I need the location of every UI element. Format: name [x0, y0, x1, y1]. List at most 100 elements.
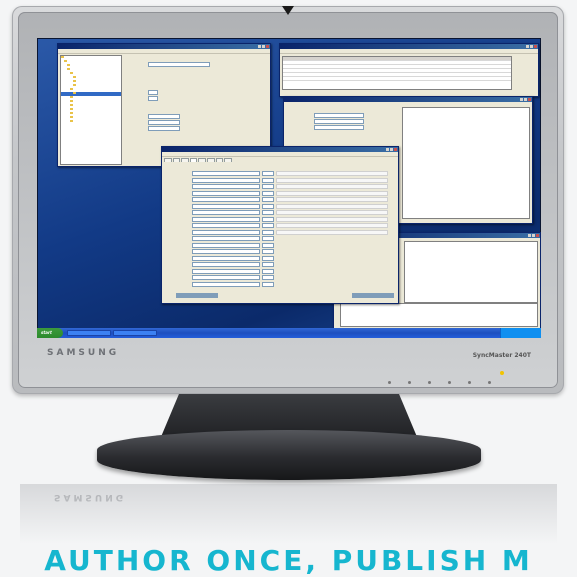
count-field-b[interactable] — [148, 120, 180, 125]
dialog-row-button[interactable] — [262, 177, 274, 183]
dialog-row-field[interactable] — [192, 229, 260, 235]
dialog-row-button[interactable] — [262, 197, 274, 202]
tab-2[interactable] — [172, 158, 181, 162]
dialog-footer-right[interactable] — [352, 293, 394, 298]
dialog-row-field[interactable] — [192, 203, 260, 209]
dialog-row-field[interactable] — [192, 281, 260, 287]
dialog-row-button[interactable] — [262, 255, 274, 261]
tab-6[interactable] — [206, 158, 215, 162]
dialog-row-field[interactable] — [192, 177, 260, 183]
grid-window-titlebar[interactable] — [280, 44, 538, 49]
dialog-row-button[interactable] — [262, 171, 274, 176]
dialog-row-button[interactable] — [262, 249, 274, 254]
count-field-c[interactable] — [148, 126, 180, 131]
tab-5[interactable] — [198, 158, 206, 162]
taskbar-item-2[interactable] — [113, 330, 157, 336]
tree-window-menubar[interactable] — [58, 49, 270, 54]
dialog-row-label — [168, 210, 186, 215]
dialog-row-description — [276, 229, 388, 235]
checkbox-a[interactable] — [148, 90, 158, 95]
tab-7[interactable] — [215, 158, 224, 162]
monitor-stand-base — [97, 430, 481, 480]
control-button[interactable] — [448, 381, 451, 384]
dialog-row-field[interactable] — [192, 197, 260, 202]
dialog-row-button[interactable] — [262, 210, 274, 215]
dialog-row-button[interactable] — [262, 242, 274, 248]
prop-field-b[interactable] — [314, 119, 364, 124]
main-dialog-titlebar[interactable] — [162, 147, 398, 152]
dialog-row-button[interactable] — [262, 262, 274, 267]
dialog-row-field[interactable] — [192, 268, 260, 274]
dialog-row-field[interactable] — [192, 190, 260, 196]
dialog-row-field[interactable] — [192, 262, 260, 267]
grid-window-menubar[interactable] — [280, 49, 538, 54]
control-button[interactable] — [388, 381, 391, 384]
dialog-row-label — [168, 255, 186, 261]
prop-field-c[interactable] — [314, 125, 364, 130]
dialog-row-description — [276, 184, 388, 189]
prop-field-a[interactable] — [314, 113, 364, 118]
count-field-a[interactable] — [148, 114, 180, 119]
dialog-row-field[interactable] — [192, 242, 260, 248]
dialog-row-field[interactable] — [192, 249, 260, 254]
dialog-row-button[interactable] — [262, 281, 274, 287]
dialog-row-label — [168, 275, 186, 280]
monitor-screen: start — [37, 38, 541, 338]
dialog-row-field[interactable] — [192, 216, 260, 222]
dialog-row-button[interactable] — [262, 223, 274, 228]
checkbox-b[interactable] — [148, 96, 158, 101]
dialog-row-field[interactable] — [192, 171, 260, 176]
reflection-brand: SAMSUNG — [54, 492, 127, 502]
dialog-row-label — [168, 203, 186, 209]
project-tree[interactable] — [60, 55, 122, 165]
dialog-row-field[interactable] — [192, 255, 260, 261]
tree-window-titlebar[interactable] — [58, 44, 270, 49]
output-text[interactable] — [404, 241, 538, 303]
dialog-row-label — [168, 242, 186, 248]
properties-window-titlebar[interactable] — [284, 97, 532, 102]
output-log[interactable] — [340, 303, 538, 327]
power-led — [500, 371, 504, 375]
dialog-row-button[interactable] — [262, 190, 274, 196]
tab-4[interactable] — [189, 158, 198, 162]
dialog-row-label — [168, 281, 186, 287]
dialog-row-button[interactable] — [262, 216, 274, 222]
start-button[interactable]: start — [37, 328, 63, 338]
dialog-row-description — [276, 171, 388, 176]
start-button-label: start — [41, 330, 52, 335]
tab-3[interactable] — [181, 158, 189, 162]
dialog-row-label — [168, 197, 186, 202]
data-grid[interactable] — [282, 56, 512, 90]
tab-1[interactable] — [164, 158, 172, 162]
dialog-row-label — [168, 216, 186, 222]
main-dialog-tabs[interactable] — [162, 157, 398, 162]
control-button[interactable] — [468, 381, 471, 384]
monitor-controls — [388, 380, 528, 386]
dialog-row-button[interactable] — [262, 203, 274, 209]
tab-8[interactable] — [224, 158, 232, 162]
name-field[interactable] — [148, 62, 210, 67]
dialog-row-field[interactable] — [192, 275, 260, 280]
dialog-row-label — [168, 229, 186, 235]
dialog-row-field[interactable] — [192, 184, 260, 189]
taskbar: start — [37, 328, 541, 338]
dialog-row-field[interactable] — [192, 223, 260, 228]
control-button[interactable] — [428, 381, 431, 384]
dialog-row-description — [276, 210, 388, 215]
model-label: SyncMaster 240T — [472, 352, 531, 359]
control-button[interactable] — [488, 381, 491, 384]
dialog-row-button[interactable] — [262, 236, 274, 241]
dialog-row-description — [276, 223, 388, 228]
dialog-footer-left[interactable] — [176, 293, 218, 298]
system-tray[interactable] — [500, 328, 541, 338]
taskbar-item-1[interactable] — [67, 330, 111, 336]
log-list[interactable] — [402, 107, 530, 219]
dialog-row-button[interactable] — [262, 184, 274, 189]
control-button[interactable] — [408, 381, 411, 384]
dialog-row-button[interactable] — [262, 275, 274, 280]
dialog-row-field[interactable] — [192, 236, 260, 241]
dialog-row-field[interactable] — [192, 210, 260, 215]
dialog-row-button[interactable] — [262, 229, 274, 235]
dialog-row-button[interactable] — [262, 268, 274, 274]
dialog-row-label — [168, 262, 186, 267]
